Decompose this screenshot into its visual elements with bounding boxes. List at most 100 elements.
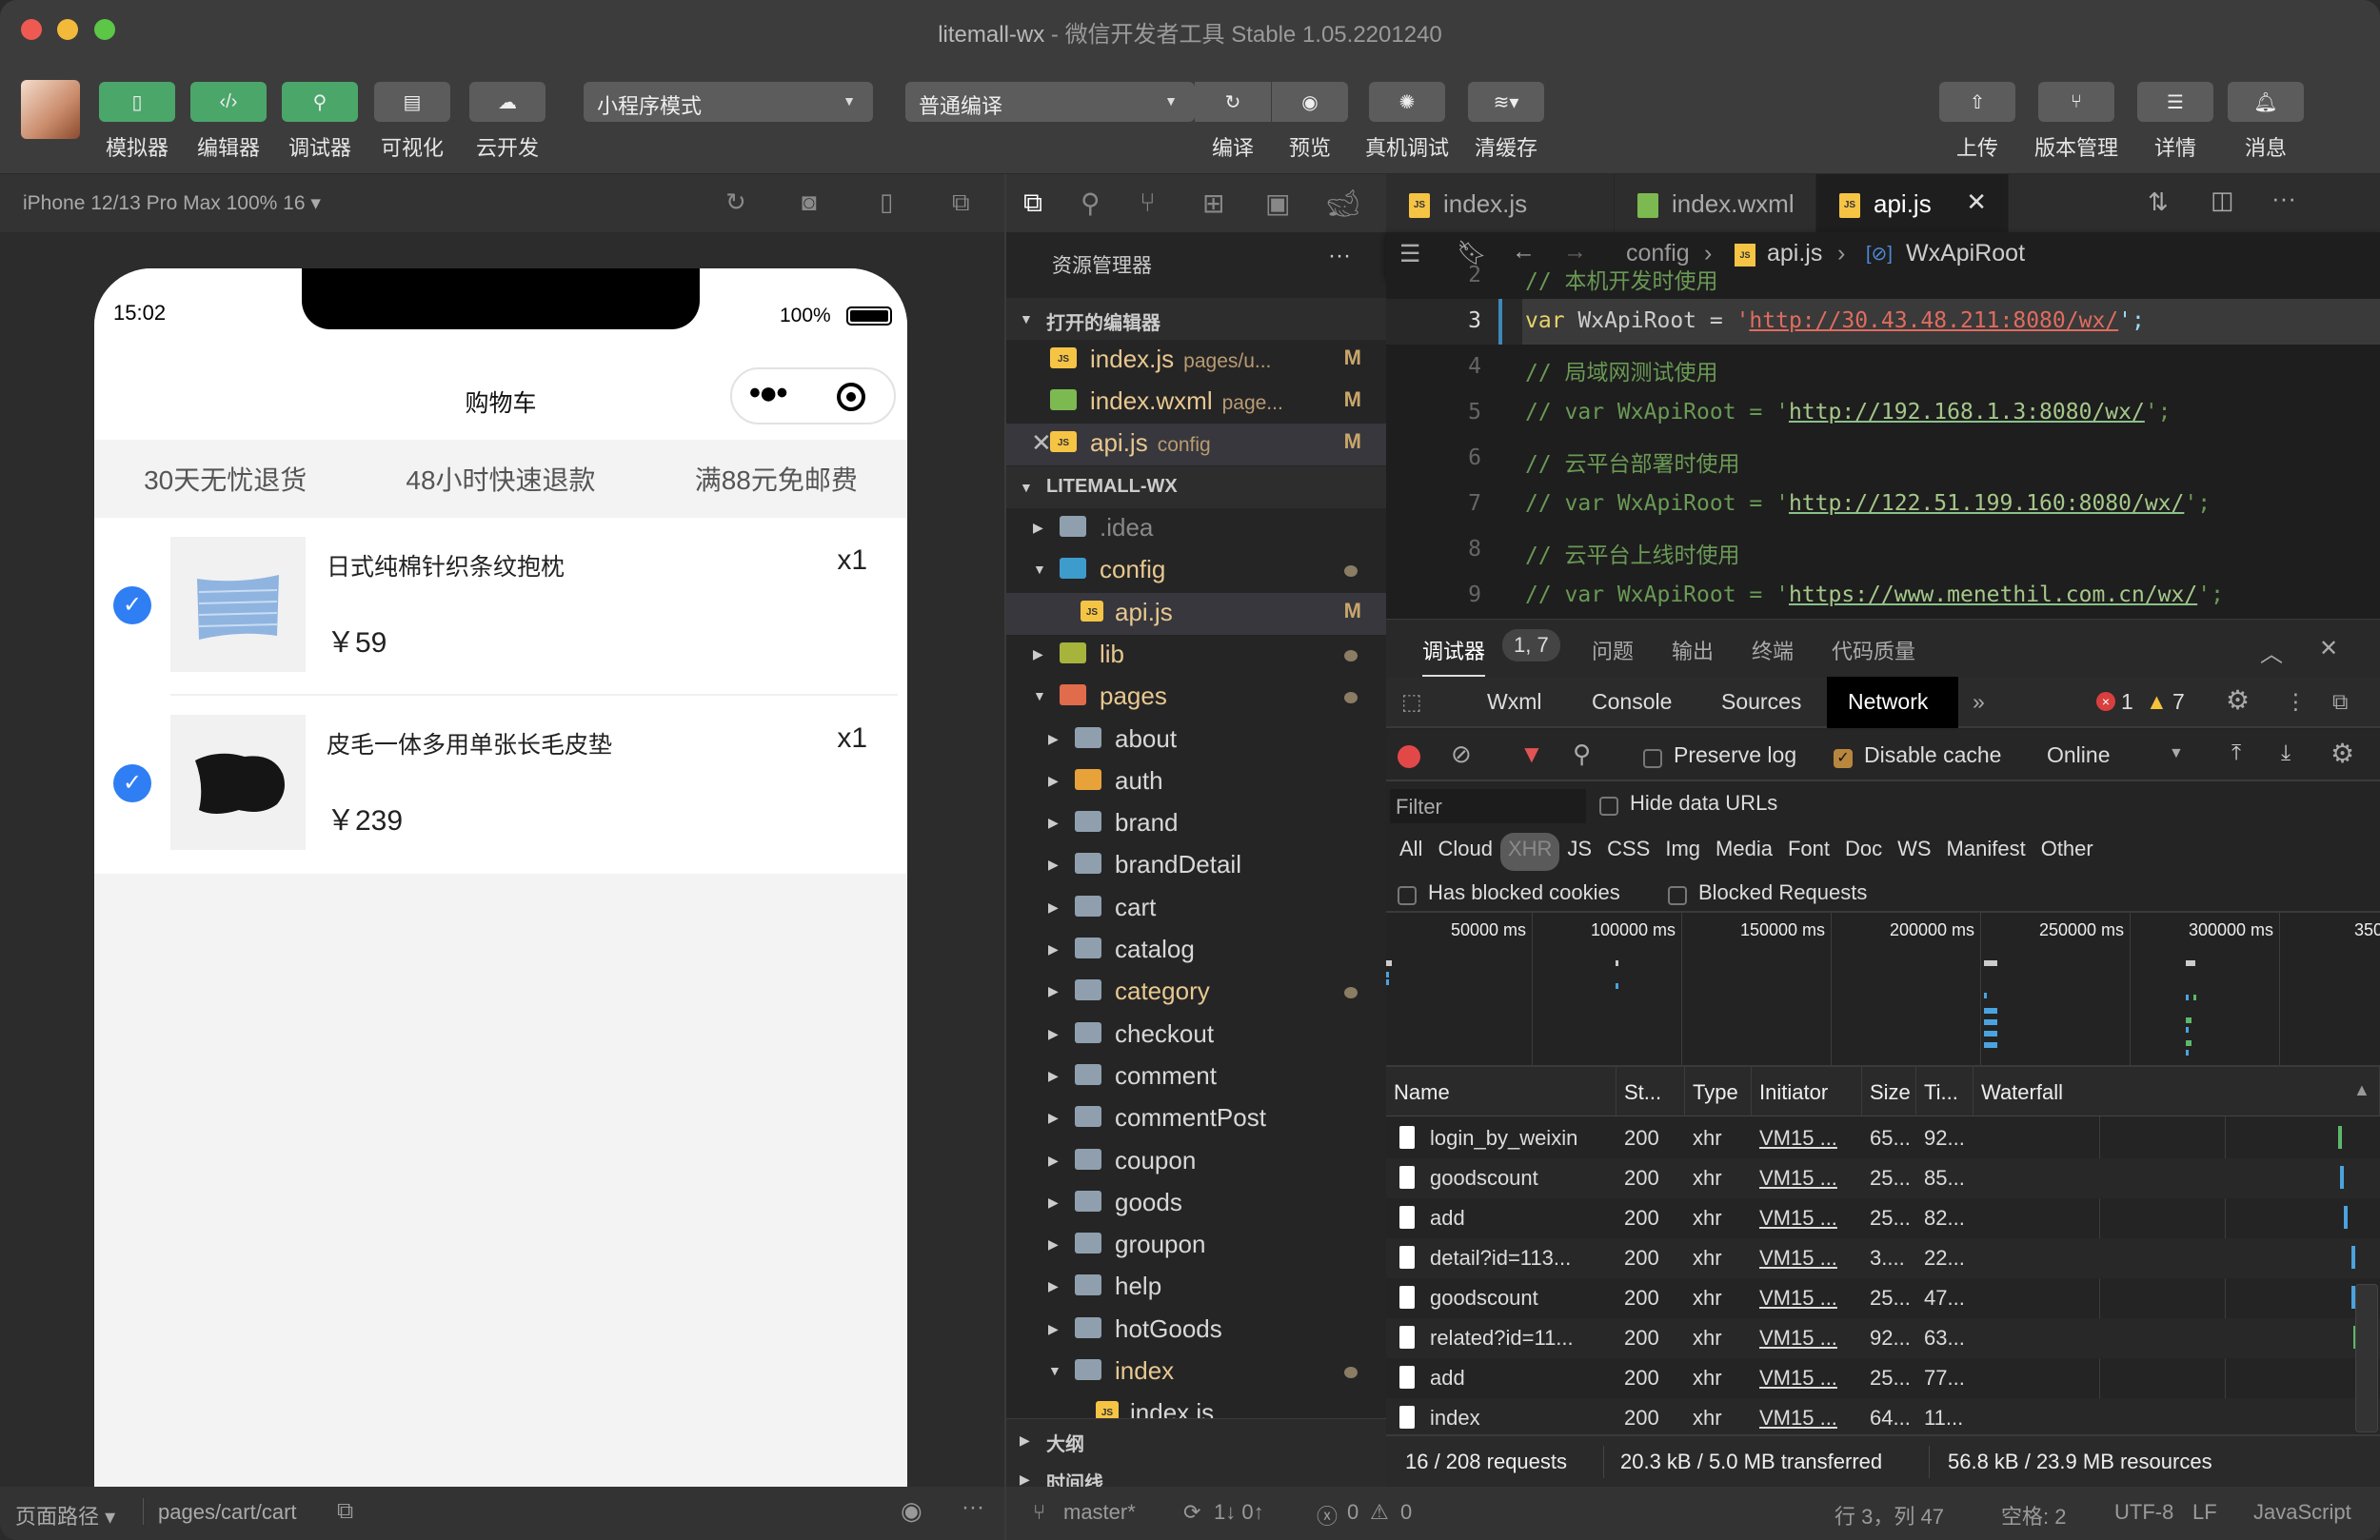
tab-network[interactable]: Network <box>1827 677 1958 728</box>
tab-terminal[interactable]: 终端 <box>1752 635 1794 665</box>
clear-icon[interactable]: ⊘ <box>1451 740 1472 769</box>
type-filter-ws[interactable]: WS <box>1890 833 1938 871</box>
request-initiator[interactable]: VM15 ... <box>1759 1126 1860 1151</box>
warning-count[interactable]: 0 <box>1400 1500 1412 1525</box>
more-icon[interactable]: ··· <box>962 1494 984 1521</box>
checked-icon[interactable]: ✓ <box>113 586 151 624</box>
export-har-icon[interactable]: ⤓ <box>2281 740 2291 765</box>
request-initiator[interactable]: VM15 ... <box>1759 1406 1860 1431</box>
request-row[interactable]: add 200 xhr VM15 ... 25... 77... <box>1386 1358 2380 1398</box>
open-editors-header[interactable]: ▼ 打开的编辑器 <box>1006 298 1386 340</box>
docker-icon[interactable]: 🐋︎ <box>1326 188 1360 219</box>
request-initiator[interactable]: VM15 ... <box>1759 1206 1860 1231</box>
tab-api-js[interactable]: JS api.js ✕ <box>1816 174 2009 232</box>
code-line[interactable]: 9 // var WxApiRoot = 'https://www.menethi… <box>1386 573 2380 619</box>
cursor-position[interactable]: 行 3，列 47 <box>1835 1500 1944 1530</box>
tree-item-about[interactable]: ▶ about <box>1006 720 1386 761</box>
debugger-toggle-button[interactable]: ⚲ <box>282 82 358 122</box>
tree-item-goods[interactable]: ▶ goods <box>1006 1183 1386 1225</box>
mode-select[interactable]: 小程序模式 ▼ <box>584 82 873 122</box>
type-filter-cloud[interactable]: Cloud <box>1430 833 1499 871</box>
tree-item-help[interactable]: ▶ help <box>1006 1267 1386 1309</box>
error-count[interactable]: 1 <box>2121 689 2133 715</box>
code-line[interactable]: 5 // var WxApiRoot = 'http://192.168.1.3:… <box>1386 390 2380 436</box>
url-string[interactable]: https://www.menethil.com.cn/wx/ <box>1789 582 2197 607</box>
compile-mode-select[interactable]: 普通编译 ▼ <box>905 82 1195 122</box>
type-filter-other[interactable]: Other <box>2033 833 2101 871</box>
request-initiator[interactable]: VM15 ... <box>1759 1286 1860 1311</box>
type-filter-img[interactable]: Img <box>1657 833 1708 871</box>
column-header-waterfall[interactable]: Waterfall <box>1973 1067 2380 1116</box>
tree-item-index[interactable]: ▼ index <box>1006 1352 1386 1393</box>
search-icon[interactable]: ⚲ <box>1573 740 1591 769</box>
url-string[interactable]: http://192.168.1.3:8080/wx/ <box>1789 400 2145 424</box>
url-string[interactable]: http://122.51.199.160:8080/wx/ <box>1789 491 2184 516</box>
preview-button[interactable]: ◉ <box>1272 82 1348 122</box>
request-row[interactable]: detail?id=113... 200 xhr VM15 ... 3.... 22... <box>1386 1238 2380 1278</box>
type-filter-js[interactable]: JS <box>1559 833 1599 871</box>
tree-item-commentPost[interactable]: ▶ commentPost <box>1006 1098 1386 1140</box>
network-settings-icon[interactable]: ⚙ <box>2330 738 2354 769</box>
open-editor-item[interactable]: index.wxml page... M <box>1006 382 1386 424</box>
open-editor-item[interactable]: JS index.js pages/u... M <box>1006 340 1386 382</box>
tree-item-api-js[interactable]: JS api.js M <box>1006 592 1386 635</box>
error-count[interactable]: 0 <box>1347 1500 1359 1525</box>
tree-item-catalog[interactable]: ▶ catalog <box>1006 930 1386 972</box>
tree-item-cart[interactable]: ▶ cart <box>1006 888 1386 930</box>
tab-debugger[interactable]: 调试器 <box>1422 635 1486 677</box>
project-header[interactable]: ▼ LITEMALL-WX <box>1006 466 1386 508</box>
eye-icon[interactable]: ◉ <box>901 1496 922 1526</box>
page-path-select[interactable]: 页面路径 ▾ <box>15 1500 115 1530</box>
column-header-st[interactable]: St... <box>1616 1067 1685 1116</box>
type-filter-font[interactable]: Font <box>1780 833 1837 871</box>
request-initiator[interactable]: VM15 ... <box>1759 1366 1860 1391</box>
language-mode[interactable]: JavaScript <box>2253 1500 2351 1525</box>
code-line[interactable]: 6 // 云平台部署时使用 <box>1386 436 2380 482</box>
disable-cache-checkbox[interactable]: ✓ <box>1834 744 1853 770</box>
detach-window-icon[interactable]: ⧉ <box>952 188 970 218</box>
tab-output[interactable]: 输出 <box>1672 635 1714 665</box>
checked-icon[interactable]: ✓ <box>113 764 151 802</box>
code-line[interactable]: 4 // 局域网测试使用 <box>1386 345 2380 390</box>
more-icon[interactable]: ··· <box>2271 184 2296 213</box>
kebab-menu-icon[interactable]: ⋮ <box>2285 689 2307 715</box>
request-initiator[interactable]: VM15 ... <box>1759 1246 1860 1271</box>
tree-item-comment[interactable]: ▶ comment <box>1006 1056 1386 1098</box>
column-header-initiator[interactable]: Initiator <box>1752 1067 1862 1116</box>
record-button[interactable] <box>1398 745 1420 768</box>
type-filter-media[interactable]: Media <box>1708 833 1780 871</box>
preserve-log-checkbox[interactable] <box>1643 744 1662 770</box>
column-header-size[interactable]: Size <box>1862 1067 1916 1116</box>
tab-console[interactable]: Console <box>1592 689 1672 715</box>
url-string[interactable]: http://30.43.48.211:8080/wx/ <box>1749 308 2118 333</box>
open-editor-item[interactable]: ✕ JS api.js config M <box>1006 424 1386 465</box>
tree-item-lib[interactable]: ▶ lib <box>1006 635 1386 677</box>
timeline-section[interactable]: ▶ 时间线 <box>1006 1458 1386 1494</box>
close-panel-icon[interactable]: ✕ <box>2319 635 2338 662</box>
more-icon[interactable]: •●• <box>749 375 787 412</box>
extensions-icon[interactable]: ⊞ <box>1202 188 1224 219</box>
layout-icon[interactable]: ▣ <box>1265 188 1290 219</box>
code-line[interactable]: 3 var WxApiRoot = 'http://30.43.48.211:80… <box>1386 299 2380 345</box>
inspect-element-icon[interactable]: ⬚ <box>1401 689 1422 715</box>
request-initiator[interactable]: VM15 ... <box>1759 1326 1860 1351</box>
product-image[interactable] <box>170 715 306 850</box>
filter-input[interactable]: Filter <box>1390 789 1586 823</box>
more-tabs-icon[interactable]: » <box>1973 689 1985 715</box>
import-har-icon[interactable]: ⤒ <box>2231 740 2241 765</box>
tab-code-quality[interactable]: 代码质量 <box>1832 635 1915 665</box>
compile-button[interactable]: ↻ <box>1195 82 1271 122</box>
blocked-requests-checkbox[interactable] <box>1668 882 1687 907</box>
tree-item-config[interactable]: ▼ config <box>1006 550 1386 592</box>
network-overview[interactable]: 50000 ms 100000 ms 150000 ms 200000 ms 25000… <box>1386 911 2380 1065</box>
sync-status[interactable]: 1↓ 0↑ <box>1214 1500 1264 1525</box>
compare-icon[interactable]: ⇅ <box>2148 188 2169 217</box>
type-filter-manifest[interactable]: Manifest <box>1939 833 2033 871</box>
blocked-cookies-checkbox[interactable] <box>1398 882 1417 907</box>
tab-wxml[interactable]: Wxml <box>1487 689 1541 715</box>
tab-sources[interactable]: Sources <box>1721 689 1801 715</box>
close-icon[interactable]: ✕ <box>1031 428 1052 458</box>
type-filter-doc[interactable]: Doc <box>1837 833 1890 871</box>
tree-item-brand[interactable]: ▶ brand <box>1006 803 1386 845</box>
product-image[interactable] <box>170 537 306 672</box>
